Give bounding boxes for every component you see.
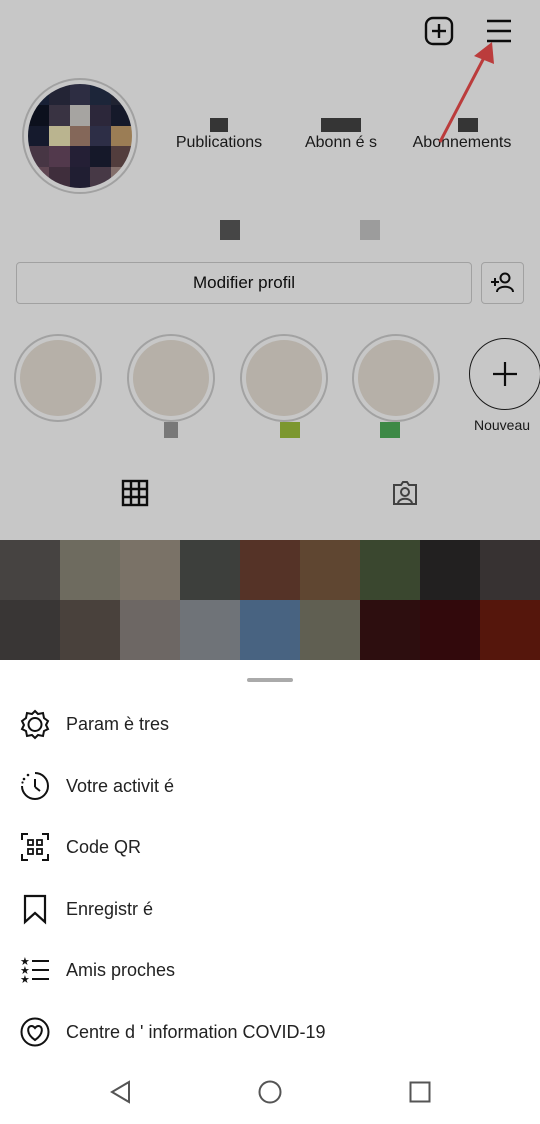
close-friends-list-icon: ★ ★ ★ <box>20 955 49 986</box>
back-triangle-icon[interactable] <box>107 1078 135 1106</box>
highlight-cover <box>20 340 96 416</box>
post-thumbnail[interactable] <box>60 600 120 660</box>
menu-item-qr-code[interactable]: Code QR <box>0 818 540 876</box>
post-thumbnail[interactable] <box>360 600 420 660</box>
stat-publications[interactable]: Publications <box>172 118 266 152</box>
bio-redacted-block <box>220 220 240 240</box>
settings-gear-icon <box>20 709 50 740</box>
menu-item-settings[interactable]: Param è tres <box>0 695 540 753</box>
highlight-cover <box>133 340 209 416</box>
annotation-arrow-icon <box>438 42 494 143</box>
menu-item-close-friends[interactable]: ★ ★ ★ Amis proches <box>0 941 540 999</box>
bookmark-icon <box>23 894 47 925</box>
story-highlight[interactable] <box>127 334 215 422</box>
post-thumbnail[interactable] <box>180 540 240 600</box>
stat-label: Abonn é s <box>304 134 378 151</box>
post-thumbnail[interactable] <box>120 540 180 600</box>
highlight-label-redacted <box>280 422 300 438</box>
post-thumbnail[interactable] <box>180 600 240 660</box>
menu-item-label: Centre d ' information COVID-19 <box>66 1021 326 1042</box>
menu-item-activity[interactable]: Votre activit é <box>0 757 540 815</box>
post-thumbnail[interactable] <box>0 600 60 660</box>
story-highlight[interactable] <box>240 334 328 422</box>
menu-item-label: Enregistr é <box>66 898 154 919</box>
svg-text:★: ★ <box>20 973 30 986</box>
new-highlight-button[interactable] <box>469 338 540 410</box>
menu-item-label: Votre activit é <box>66 775 175 796</box>
post-thumbnail[interactable] <box>120 600 180 660</box>
qr-code-icon <box>21 833 49 861</box>
post-thumbnail[interactable] <box>0 540 60 600</box>
highlight-label-redacted <box>164 422 178 438</box>
highlight-cover <box>358 340 434 416</box>
menu-item-label: Param è tres <box>66 713 170 734</box>
new-highlight-label: Nouveau <box>474 417 531 433</box>
post-thumbnail[interactable] <box>60 540 120 600</box>
covid-heart-icon <box>20 1017 50 1047</box>
system-navigation-bar <box>0 1062 540 1124</box>
add-person-icon <box>490 272 514 293</box>
posts-grid <box>0 540 540 660</box>
stat-label: Publications <box>175 134 263 151</box>
bottom-sheet-menu: Param è tres Votre activit é Code QR Enr… <box>0 660 540 1124</box>
sheet-drag-handle[interactable] <box>247 678 293 682</box>
post-thumbnail[interactable] <box>480 540 540 600</box>
post-thumbnail[interactable] <box>240 540 300 600</box>
post-thumbnail[interactable] <box>420 540 480 600</box>
profile-screen: Publications Abonn é s Abonnements Modif… <box>0 0 540 660</box>
post-thumbnail[interactable] <box>480 600 540 660</box>
recents-square-icon[interactable] <box>406 1078 434 1106</box>
home-circle-icon[interactable] <box>256 1078 284 1106</box>
avatar[interactable] <box>22 78 138 194</box>
edit-profile-button[interactable]: Modifier profil <box>16 262 472 304</box>
post-thumbnail[interactable] <box>300 540 360 600</box>
grid-tab-icon[interactable] <box>120 478 150 508</box>
activity-clock-icon <box>21 772 49 800</box>
tagged-tab-icon[interactable] <box>390 478 420 508</box>
discover-people-button[interactable] <box>481 262 524 304</box>
stat-followers[interactable]: Abonn é s <box>300 118 382 152</box>
story-highlight[interactable] <box>352 334 440 422</box>
stat-count-hidden <box>321 118 361 132</box>
post-thumbnail[interactable] <box>360 540 420 600</box>
menu-item-saved[interactable]: Enregistr é <box>0 880 540 938</box>
post-thumbnail[interactable] <box>420 600 480 660</box>
menu-item-label: Amis proches <box>66 959 176 980</box>
avatar-image <box>28 84 132 188</box>
post-thumbnail[interactable] <box>240 600 300 660</box>
bio-redacted-block <box>360 220 380 240</box>
highlight-label-redacted <box>380 422 400 438</box>
story-highlight[interactable] <box>14 334 102 422</box>
menu-item-label: Code QR <box>66 836 142 857</box>
post-thumbnail[interactable] <box>300 600 360 660</box>
menu-item-covid-center[interactable]: Centre d ' information COVID-19 <box>0 1003 540 1061</box>
plus-icon <box>493 362 517 386</box>
highlight-cover <box>246 340 322 416</box>
stat-count-hidden <box>210 118 228 132</box>
